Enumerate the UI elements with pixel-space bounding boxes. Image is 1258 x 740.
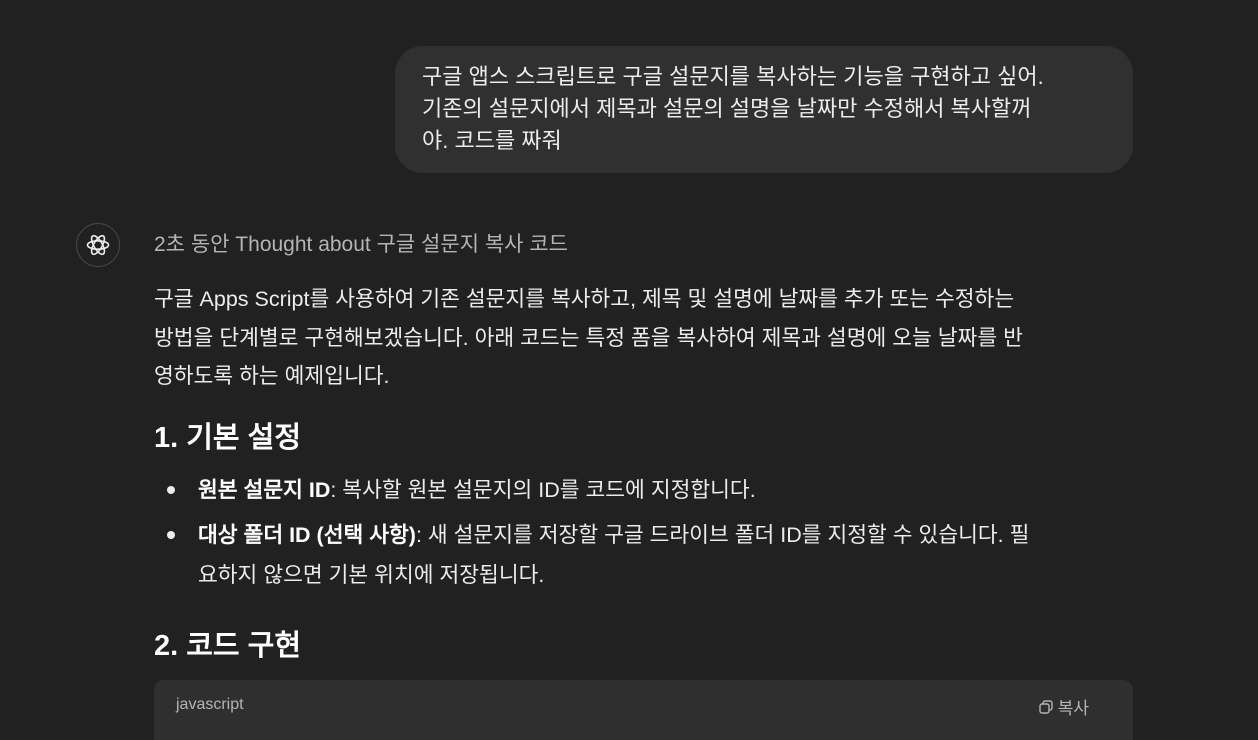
intro-line: 방법을 단계별로 구현해보겠습니다. 아래 코드는 특정 폼을 복사하여 제목과… <box>154 325 1023 350</box>
user-message-line: 기존의 설문지에서 제목과 설문의 설명을 날짜만 수정해서 복사할꺼 <box>422 96 1032 121</box>
bullet-text: 요하지 않으면 기본 위치에 저장됩니다. <box>198 563 545 587</box>
section-heading: 2. 코드 구현 <box>154 630 302 662</box>
bullet-text: : 새 설문지를 저장할 구글 드라이브 폴더 ID를 지정할 수 있습니다. … <box>415 523 1030 547</box>
bullet-bold: 원본 설문지 ID <box>198 478 331 502</box>
code-language-label: javascript <box>176 696 244 713</box>
openai-logo-icon <box>86 234 110 256</box>
thought-toggle[interactable]: 2초 동안 Thought about 구글 설문지 복사 코드 <box>154 230 568 260</box>
bullet-list: 원본 설문지 ID: 복사할 원본 설문지의 ID를 코드에 지정합니다. 대상… <box>154 470 1134 600</box>
copy-label: 복사 <box>1057 699 1089 718</box>
code-block: javascript 복사 <box>154 680 1133 740</box>
intro-line: 영하도록 하는 예제입니다. <box>154 364 390 388</box>
copy-code-button[interactable]: 복사 <box>1038 694 1089 719</box>
section-heading: 1. 기본 설정 <box>154 422 302 454</box>
bullet-text: : 복사할 원본 설문지의 ID를 코드에 지정합니다. <box>330 478 756 502</box>
list-item: 원본 설문지 ID: 복사할 원본 설문지의 ID를 코드에 지정합니다. <box>154 470 1134 510</box>
assistant-avatar <box>76 223 120 267</box>
intro-line: 구글 Apps Script를 사용하여 기존 설문지를 복사하고, 제목 및 … <box>154 287 1015 311</box>
assistant-answer: 구글 Apps Script를 사용하여 기존 설문지를 복사하고, 제목 및 … <box>154 280 1144 662</box>
list-item: 대상 폴더 ID (선택 사항): 새 설문지를 저장할 구글 드라이브 폴더 … <box>154 515 1134 595</box>
user-message-line: 구글 앱스 스크립트로 구글 설문지를 복사하는 기능을 구현하고 싶어. <box>422 64 1044 89</box>
intro-paragraph: 구글 Apps Script를 사용하여 기존 설문지를 복사하고, 제목 및 … <box>154 280 1144 396</box>
bullet-dot <box>167 531 175 539</box>
user-message-line: 야. 코드를 짜줘 <box>422 128 562 153</box>
bullet-bold: 대상 폴더 ID (선택 사항) <box>198 523 416 547</box>
user-message-bubble: 구글 앱스 스크립트로 구글 설문지를 복사하는 기능을 구현하고 싶어. 기존… <box>395 46 1133 173</box>
bullet-dot <box>167 486 175 494</box>
copy-icon <box>1039 699 1053 714</box>
